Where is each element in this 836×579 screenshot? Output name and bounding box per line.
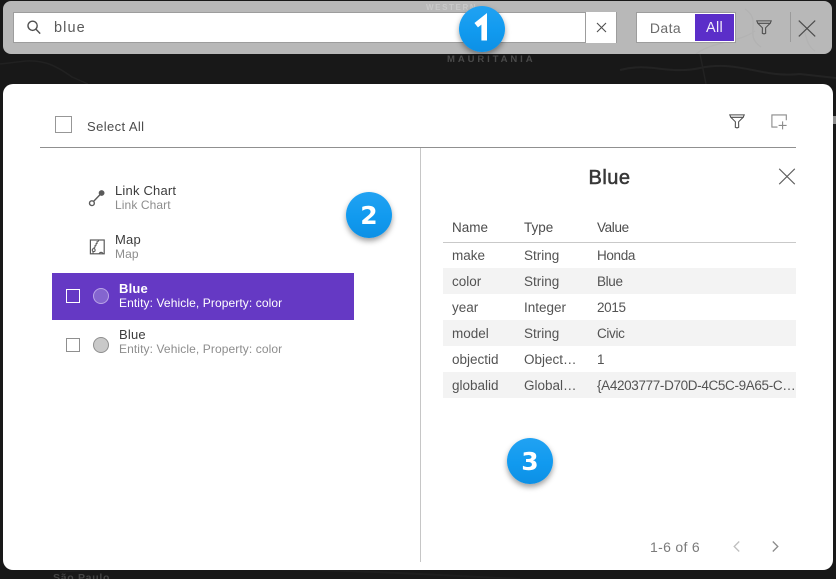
details-close-button[interactable] <box>778 168 796 185</box>
cell-name: year <box>443 300 515 315</box>
result-row-map[interactable]: Map Map <box>52 222 354 271</box>
cell-name: globalid <box>443 378 515 393</box>
result-subtitle: Entity: Vehicle, Property: color <box>119 296 282 311</box>
search-toolbar: WESTERN blue Data All <box>3 1 832 54</box>
pagination-label: 1-6 of 6 <box>615 539 735 555</box>
table-row-objectid: objectid Object… 1 <box>443 346 796 372</box>
link-chart-icon <box>88 189 106 207</box>
column-header-type: Type <box>515 220 588 235</box>
list-details-divider <box>420 148 421 562</box>
map-icon <box>88 238 106 256</box>
result-title: Blue <box>119 281 282 296</box>
table-row-globalid: globalid Global… {A4203777-D70D-4C5C-9A6… <box>443 372 796 398</box>
table-row-model: model String Civic <box>443 320 796 346</box>
header-divider <box>40 147 796 148</box>
cell-type: String <box>515 326 588 341</box>
attributes-table: Name Type Value make String Honda color … <box>443 216 796 398</box>
details-title: Blue <box>422 167 797 190</box>
toggle-option-all[interactable]: All <box>695 14 734 41</box>
table-header-divider <box>443 242 796 243</box>
result-row-blue-selected[interactable]: Blue Entity: Vehicle, Property: color <box>52 271 354 320</box>
cell-name: color <box>443 274 515 289</box>
map-label-sao-paulo: São Paulo <box>53 572 110 579</box>
result-subtitle: Map <box>115 247 141 262</box>
cell-value: Honda <box>588 248 796 263</box>
pagination-prev-button[interactable] <box>731 540 743 553</box>
search-filter-button[interactable] <box>755 20 772 36</box>
table-row-color: color String Blue <box>443 268 796 294</box>
data-all-toggle: Data All <box>636 12 736 43</box>
results-filter-button[interactable] <box>729 114 745 129</box>
select-all-checkbox[interactable] <box>55 116 72 133</box>
callout-badge-2: 2 <box>346 192 392 238</box>
cell-name: model <box>443 326 515 341</box>
cell-type: Integer <box>515 300 588 315</box>
result-checkbox[interactable] <box>66 289 80 303</box>
search-clear-button[interactable] <box>586 12 616 43</box>
cell-value: Blue <box>588 274 796 289</box>
cell-type: Object… <box>515 352 588 367</box>
cell-type: String <box>515 274 588 289</box>
add-to-map-button[interactable] <box>771 114 788 130</box>
result-title: Link Chart <box>115 183 176 198</box>
toolbar-divider <box>790 12 791 42</box>
cell-value: Civic <box>588 326 796 341</box>
map-label-mauritania: MAURITANIA <box>447 54 535 65</box>
result-checkbox[interactable] <box>66 338 80 352</box>
cell-type: String <box>515 248 588 263</box>
table-row-year: year Integer 2015 <box>443 294 796 320</box>
table-header-row: Name Type Value <box>443 216 796 242</box>
column-header-name: Name <box>443 220 515 235</box>
app-screen: MAURITANIA São Paulo WESTERN blue Data A… <box>0 0 836 579</box>
search-close-button[interactable] <box>798 20 816 37</box>
entity-circle-swatch <box>93 288 109 304</box>
badge-number: 2 <box>360 201 377 230</box>
pagination-next-button[interactable] <box>769 540 781 553</box>
result-subtitle: Link Chart <box>115 198 176 213</box>
cell-type: Global… <box>515 378 588 393</box>
cell-name: objectid <box>443 352 515 367</box>
toggle-option-data[interactable]: Data <box>637 13 694 42</box>
search-results-panel: Select All Link Chart Link Chart <box>3 84 833 570</box>
result-row-link-chart[interactable]: Link Chart Link Chart <box>52 173 354 222</box>
cell-value: {A4203777-D70D-4C5C-9A65-C… <box>588 378 796 393</box>
select-all-label: Select All <box>87 119 144 134</box>
callout-badge-3: 3 <box>507 438 553 484</box>
callout-badge-1: 1 <box>459 6 505 52</box>
cell-value: 2015 <box>588 300 796 315</box>
result-subtitle: Entity: Vehicle, Property: color <box>119 342 282 357</box>
table-row-make: make String Honda <box>443 242 796 268</box>
search-query-text: blue <box>54 20 585 36</box>
badge-number: 3 <box>521 447 538 476</box>
entity-circle-swatch <box>93 337 109 353</box>
result-row-blue[interactable]: Blue Entity: Vehicle, Property: color <box>52 320 354 369</box>
search-icon <box>25 19 43 37</box>
search-input[interactable]: blue <box>13 12 617 43</box>
cell-name: make <box>443 248 515 263</box>
cell-value: 1 <box>588 352 796 367</box>
result-title: Blue <box>119 327 282 342</box>
result-title: Map <box>115 232 141 247</box>
badge-one-glyph <box>459 6 505 52</box>
result-list: Link Chart Link Chart Map Map Blue En <box>52 173 354 369</box>
column-header-value: Value <box>588 220 796 235</box>
